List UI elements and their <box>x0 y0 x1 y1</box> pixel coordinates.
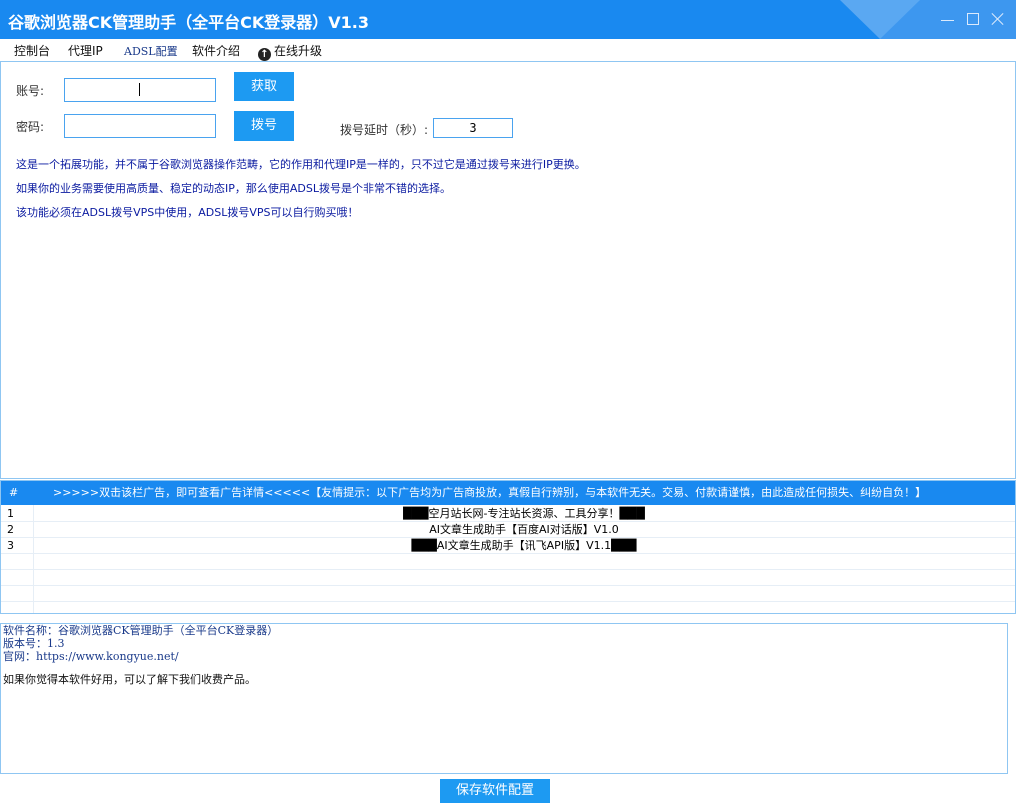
tab-label-text: 在线升级 <box>274 44 323 58</box>
tab-online-upgrade[interactable]: ↑ 在线升级 <box>246 42 332 62</box>
ads-grid: # >>>>>双击该栏广告，即可查看广告详情<<<<<【友情提示：以下广告均为广… <box>0 480 1016 614</box>
upload-circle-icon: ↑ <box>258 48 271 61</box>
column-header-number: # <box>9 486 19 499</box>
empty-row <box>1 554 1015 570</box>
about-textbox[interactable]: 软件名称：谷歌浏览器CK管理助手（全平台CK登录器） 版本号：1.3 官网：ht… <box>0 623 1008 774</box>
row-text: ███空月站长网-专注站长资源、工具分享！███ <box>403 507 645 520</box>
text-caret <box>139 83 140 96</box>
tab-bar: 控制台 代理IP ADSL配置 软件介绍 ↑ 在线升级 <box>0 40 1016 62</box>
password-label: 密码: <box>16 120 45 134</box>
about-name: 软件名称：谷歌浏览器CK管理助手（全平台CK登录器） <box>3 624 279 637</box>
table-row[interactable]: 3 ███AI文章生成助手【讯飞API版】V1.1███ <box>1 538 1015 554</box>
column-header-title: >>>>>双击该栏广告，即可查看广告详情<<<<<【友情提示：以下广告均为广告商… <box>53 486 927 499</box>
tab-adsl-config[interactable]: ADSL配置 <box>112 42 180 62</box>
tab-label: 软件介绍 <box>192 44 241 58</box>
row-text: ███AI文章生成助手【讯飞API版】V1.1███ <box>411 539 637 552</box>
empty-row <box>1 586 1015 602</box>
about-site: 官网：https://www.kongyue.net/ <box>3 650 179 663</box>
tab-label: ADSL配置 <box>124 45 178 58</box>
fetch-button[interactable]: 获取 <box>234 72 294 101</box>
tab-console[interactable]: 控制台 <box>2 42 56 62</box>
table-row[interactable]: 1 ███空月站长网-专注站长资源、工具分享！███ <box>1 506 1015 522</box>
account-input[interactable] <box>64 78 216 102</box>
title-decoration <box>880 0 920 39</box>
about-promo: 如果你觉得本软件好用，可以了解下我们收费产品。 <box>3 673 256 686</box>
tab-proxy-ip[interactable]: 代理IP <box>56 42 112 62</box>
tab-label: 控制台 <box>14 44 51 58</box>
window-title: 谷歌浏览器CK管理助手（全平台CK登录器）V1.3 <box>8 13 370 32</box>
minimize-icon[interactable] <box>940 11 956 27</box>
dial-delay-input[interactable]: 3 <box>433 118 513 138</box>
info-line: 如果你的业务需要使用高质量、稳定的动态IP，那么使用ADSL拨号是个非常不错的选… <box>16 182 451 195</box>
tab-label: ↑ 在线升级 <box>258 44 323 61</box>
adsl-config-panel: 账号: 获取 密码: 拨号 拨号延时（秒）: 3 这是一个拓展功能，并不属于谷歌… <box>0 61 1016 479</box>
row-number: 3 <box>7 539 14 552</box>
row-text: AI文章生成助手【百度AI对话版】V1.0 <box>429 523 619 536</box>
app-window: 谷歌浏览器CK管理助手（全平台CK登录器）V1.3 控制台 代理IP ADSL配… <box>0 0 1016 806</box>
table-row[interactable]: 2 AI文章生成助手【百度AI对话版】V1.0 <box>1 522 1015 538</box>
save-config-button[interactable]: 保存软件配置 <box>440 779 550 803</box>
info-line: 该功能必须在ADSL拨号VPS中使用，ADSL拨号VPS可以自行购买哦！ <box>16 206 359 219</box>
dial-button[interactable]: 拨号 <box>234 111 294 141</box>
grid-header: # >>>>>双击该栏广告，即可查看广告详情<<<<<【友情提示：以下广告均为广… <box>1 481 1015 505</box>
title-decoration <box>840 0 880 39</box>
row-number: 2 <box>7 523 14 536</box>
empty-row <box>1 570 1015 586</box>
about-version: 版本号：1.3 <box>3 637 65 650</box>
tab-software-intro[interactable]: 软件介绍 <box>180 42 246 62</box>
dial-delay-label: 拨号延时（秒）: <box>340 123 429 137</box>
tab-label: 代理IP <box>68 44 103 58</box>
info-line: 这是一个拓展功能，并不属于谷歌浏览器操作范畴，它的作用和代理IP是一样的，只不过… <box>16 158 586 171</box>
account-label: 账号: <box>16 84 45 98</box>
password-input[interactable] <box>64 114 216 138</box>
close-icon[interactable] <box>990 11 1006 27</box>
title-bar[interactable]: 谷歌浏览器CK管理助手（全平台CK登录器）V1.3 <box>0 0 1016 39</box>
about-spacer <box>3 663 1007 673</box>
row-number: 1 <box>7 507 14 520</box>
maximize-icon[interactable] <box>965 11 981 27</box>
